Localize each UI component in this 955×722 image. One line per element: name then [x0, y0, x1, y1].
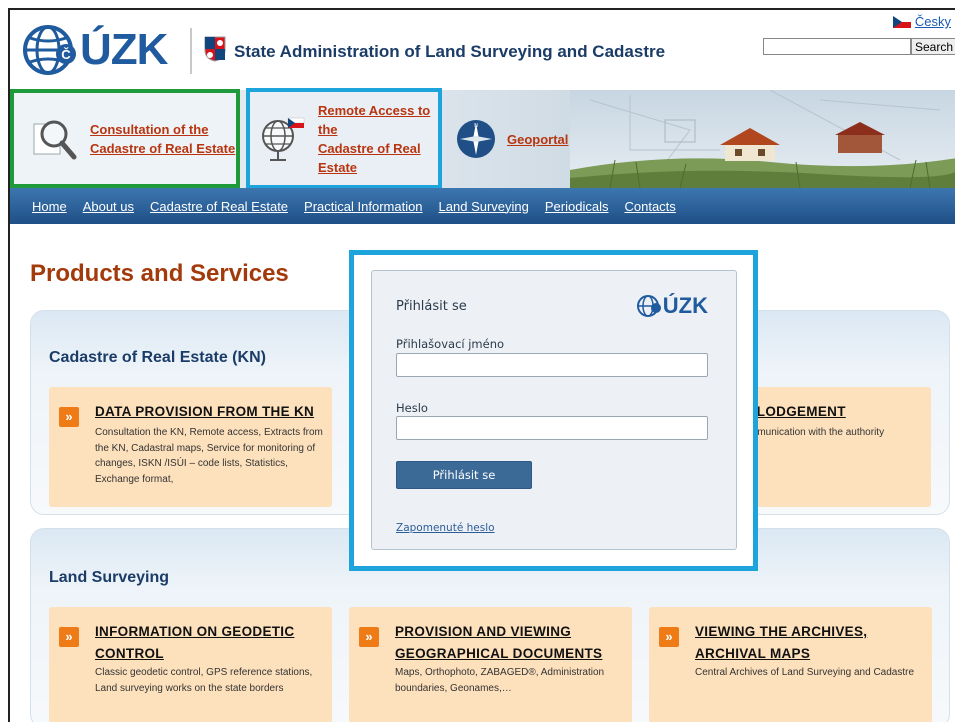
card-description: Central Archives of Land Surveying and C…: [695, 667, 915, 678]
site-header: Č ÚZK State Administration of Land Surve…: [10, 10, 955, 90]
browser-page: Č ÚZK State Administration of Land Surve…: [8, 8, 955, 722]
nav-contacts[interactable]: Contacts: [624, 199, 675, 214]
magnifier-icon: [33, 120, 77, 159]
section-title-cadastre: Cadastre of Real Estate (KN): [49, 349, 266, 366]
login-logo-text: ÚZK: [662, 293, 708, 318]
forgot-password-link[interactable]: Zapomenuté heslo: [396, 522, 495, 534]
nav-home[interactable]: Home: [32, 199, 67, 214]
card-title[interactable]: DATA PROVISION FROM THE KN: [95, 401, 324, 423]
card-description: Consultation the KN, Remote access, Extr…: [95, 427, 323, 485]
logo-divider: [190, 28, 192, 74]
login-title: Přihlásit se: [396, 299, 467, 314]
globe-flag-icon: [262, 117, 305, 161]
site-title: State Administration of Land Surveying a…: [234, 42, 666, 61]
quick-link-remote-line1[interactable]: Remote Access to the: [318, 103, 430, 137]
czech-flag-icon: [892, 15, 911, 28]
search-bar: Search: [762, 38, 955, 55]
login-submit-button[interactable]: Přihlásit se: [396, 461, 532, 489]
login-dialog: Přihlásit se ÚZK Přihlašovací jméno Hesl…: [371, 270, 737, 550]
double-chevron-icon: »: [659, 627, 679, 647]
username-label: Přihlašovací jméno: [396, 337, 505, 351]
card-title[interactable]: PROVISION AND VIEWING GEOGRAPHICAL DOCUM…: [395, 621, 624, 665]
quick-link-consultation-line1[interactable]: Consultation of the: [90, 122, 208, 137]
card-description: Maps, Orthophoto, ZABAGED®, Administrati…: [395, 667, 605, 694]
nav-land-surveying[interactable]: Land Surveying: [439, 199, 529, 214]
login-logo: ÚZK: [636, 293, 708, 319]
quick-link-remote-access[interactable]: Remote Access to the Cadastre of Real Es…: [246, 88, 442, 189]
username-field[interactable]: [396, 353, 708, 377]
globe-logo-icon: [636, 295, 661, 317]
cuzk-logo[interactable]: Č ÚZK: [22, 24, 168, 76]
globe-logo-icon: Č: [23, 25, 76, 75]
password-field[interactable]: [396, 416, 708, 440]
logo-wordmark: ÚZK: [80, 25, 168, 74]
quick-link-geoportal-label[interactable]: Geoportal: [507, 130, 568, 149]
language-link-czech[interactable]: Česky: [915, 14, 951, 29]
card-title[interactable]: eLODGEMENT: [749, 401, 923, 423]
state-emblem-icon: [204, 36, 226, 62]
nav-periodicals[interactable]: Periodicals: [545, 199, 609, 214]
section-title-land-surveying: Land Surveying: [49, 569, 170, 586]
quick-link-geoportal[interactable]: N Geoportal: [455, 90, 585, 188]
countryside-banner-image: [570, 90, 955, 188]
main-navigation: Home About us Cadastre of Real Estate Pr…: [10, 188, 955, 224]
card-archives[interactable]: » VIEWING THE ARCHIVES, ARCHIVAL MAPS Ce…: [649, 607, 932, 722]
card-data-provision[interactable]: » DATA PROVISION FROM THE KN Consultatio…: [49, 387, 332, 507]
svg-text:N: N: [474, 123, 478, 129]
nav-about-us[interactable]: About us: [83, 199, 134, 214]
language-switch[interactable]: Česky: [892, 14, 951, 29]
card-title[interactable]: INFORMATION ON GEODETIC CONTROL: [95, 621, 324, 665]
svg-text:Č: Č: [61, 47, 71, 62]
quick-link-consultation-text: Consultation of the Cadastre of Real Est…: [90, 120, 235, 158]
card-title[interactable]: VIEWING THE ARCHIVES, ARCHIVAL MAPS: [695, 621, 924, 665]
page-title: Products and Services: [30, 260, 289, 287]
double-chevron-icon: »: [59, 627, 79, 647]
nav-cadastre[interactable]: Cadastre of Real Estate: [150, 199, 288, 214]
quick-link-consultation[interactable]: Consultation of the Cadastre of Real Est…: [10, 89, 240, 188]
card-description: Classic geodetic control, GPS reference …: [95, 667, 313, 694]
card-description: mmunication with the authority: [749, 427, 885, 438]
search-input[interactable]: [762, 38, 911, 55]
nav-practical-information[interactable]: Practical Information: [304, 199, 423, 214]
quick-link-remote-text: Remote Access to the Cadastre of Real Es…: [318, 101, 438, 177]
double-chevron-icon: »: [359, 627, 379, 647]
compass-icon: N: [457, 120, 495, 158]
quick-link-consultation-line2[interactable]: Cadastre of Real Estate: [90, 141, 235, 156]
double-chevron-icon: »: [59, 407, 79, 427]
card-geographical-documents[interactable]: » PROVISION AND VIEWING GEOGRAPHICAL DOC…: [349, 607, 632, 722]
quick-link-remote-line2[interactable]: Cadastre of Real Estate: [318, 141, 421, 175]
search-button[interactable]: Search: [910, 38, 955, 55]
password-label: Heslo: [396, 401, 428, 415]
card-geodetic-control[interactable]: » INFORMATION ON GEODETIC CONTROL Classi…: [49, 607, 332, 722]
